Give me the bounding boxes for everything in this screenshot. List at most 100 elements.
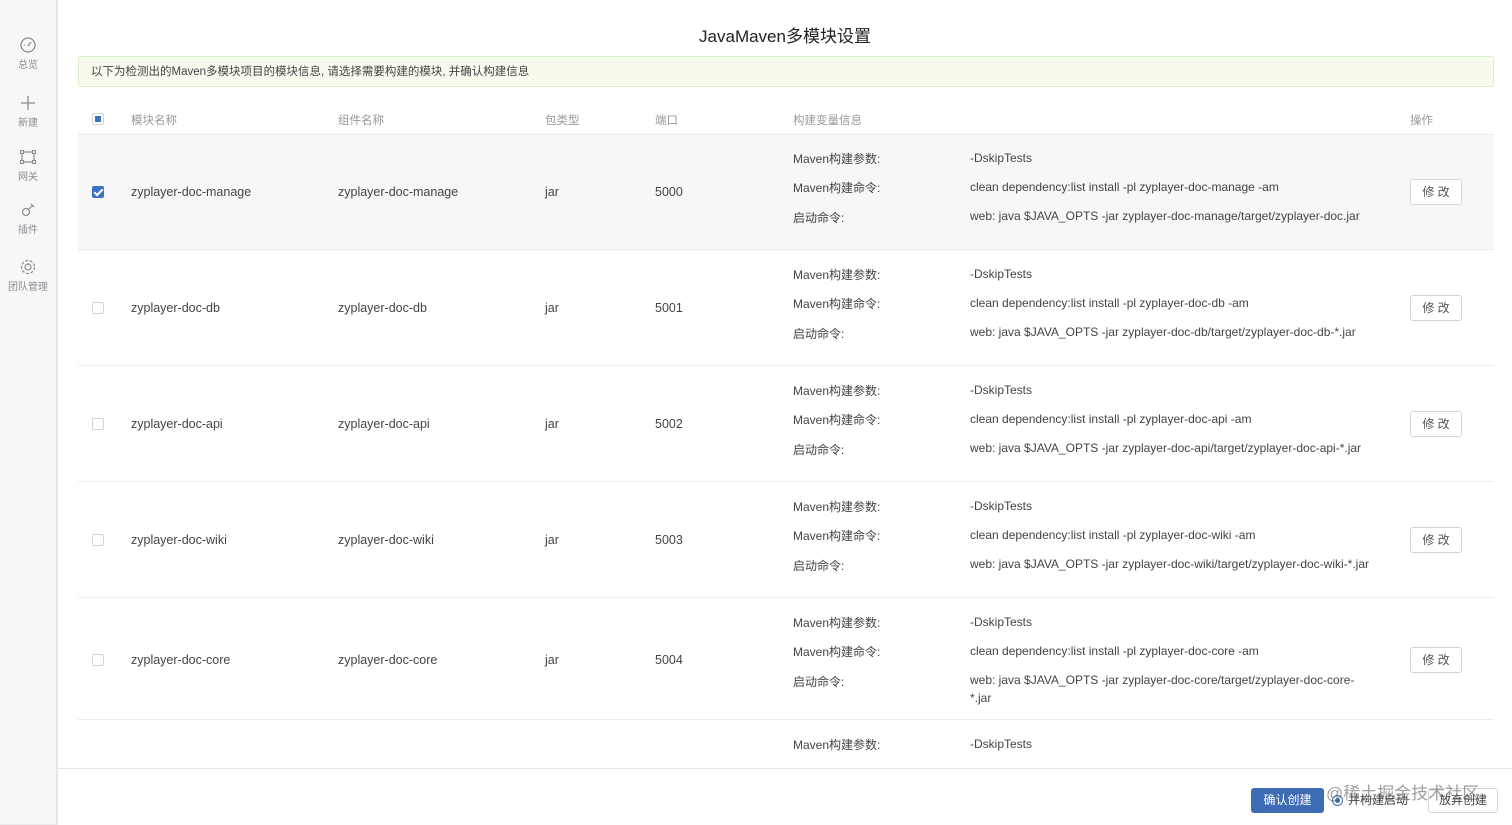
params-label: Maven构建参数: — [793, 384, 881, 398]
plugin-icon — [21, 203, 35, 217]
confirm-create-button[interactable]: 确认创建 — [1251, 788, 1324, 813]
params-label: Maven构建参数: — [793, 268, 881, 282]
params-value: -DskipTests — [970, 737, 1033, 751]
row-checkbox[interactable] — [92, 302, 104, 314]
build-and-start-radio[interactable]: 并构建启动 — [1332, 788, 1408, 813]
sidebar-item-gateway[interactable]: 网关 — [0, 148, 56, 183]
command-label: Maven构建命令: — [793, 297, 881, 311]
sidebar-item-label: 新建 — [18, 118, 38, 129]
edit-button[interactable]: 修 改 — [1410, 527, 1462, 553]
radio-label: 并构建启动 — [1348, 793, 1409, 807]
header-action: 操作 — [1410, 115, 1433, 127]
header-port: 端口 — [655, 115, 678, 127]
sidebar-item-label: 团队管理 — [8, 282, 48, 293]
module-name: zyplayer-doc-db — [131, 301, 220, 315]
component-name: zyplayer-doc-wiki — [338, 533, 434, 547]
component-name: zyplayer-doc-db — [338, 301, 427, 315]
header-build-info: 构建变量信息 — [793, 115, 862, 127]
maven-module-dialog: JavaMaven多模块设置 以下为检测出的Maven多模块项目的模块信息, 请… — [58, 0, 1512, 825]
port: 5004 — [655, 653, 683, 667]
params-value: -DskipTests — [970, 499, 1033, 513]
radio-indicator[interactable] — [1332, 795, 1343, 806]
start-label: 启动命令: — [793, 559, 845, 573]
sidebar-item-label: 总览 — [18, 60, 38, 71]
gateway-icon — [19, 149, 37, 165]
component-name: zyplayer-doc-core — [338, 653, 438, 667]
params-label: Maven构建参数: — [793, 500, 881, 514]
dialog-title: JavaMaven多模块设置 — [699, 27, 871, 46]
select-all-checkbox[interactable] — [92, 113, 104, 125]
command-label: Maven构建命令: — [793, 529, 881, 543]
edit-button[interactable]: 修 改 — [1410, 647, 1462, 673]
dashboard-icon — [20, 37, 36, 53]
start-label: 启动命令: — [793, 327, 845, 341]
table-header: 模块名称 组件名称 包类型 端口 构建变量信息 操作 — [78, 104, 1494, 134]
sidebar: 总览 新建 网关 插件 团队管理 — [0, 0, 57, 824]
port: 5001 — [655, 301, 683, 315]
edit-button[interactable]: 修 改 — [1410, 295, 1462, 321]
package-type: jar — [545, 653, 559, 667]
command-label: Maven构建命令: — [793, 645, 881, 659]
table-row[interactable]: Maven构建参数: -DskipTests — [78, 719, 1494, 769]
module-name: zyplayer-doc-manage — [131, 185, 252, 199]
params-value: -DskipTests — [970, 151, 1033, 165]
header-module: 模块名称 — [131, 115, 177, 127]
info-notice: 以下为检测出的Maven多模块项目的模块信息, 请选择需要构建的模块, 并确认构… — [78, 56, 1494, 87]
start-label: 启动命令: — [793, 675, 845, 689]
sidebar-item-team[interactable]: 团队管理 — [0, 258, 56, 293]
table-row[interactable]: zyplayer-doc-core zyplayer-doc-core jar … — [78, 597, 1494, 720]
module-name: zyplayer-doc-api — [131, 417, 223, 431]
sidebar-item-overview[interactable]: 总览 — [0, 36, 56, 71]
start-label: 启动命令: — [793, 211, 845, 225]
edit-button[interactable]: 修 改 — [1410, 411, 1462, 437]
header-component: 组件名称 — [338, 115, 384, 127]
command-value: clean dependency:list install -pl zyplay… — [970, 296, 1249, 310]
params-value: -DskipTests — [970, 383, 1033, 397]
params-label: Maven构建参数: — [793, 738, 881, 752]
component-name: zyplayer-doc-api — [338, 417, 430, 431]
command-value: clean dependency:list install -pl zyplay… — [970, 644, 1259, 658]
package-type: jar — [545, 301, 559, 315]
gear-icon — [20, 259, 36, 275]
header-package: 包类型 — [545, 115, 580, 127]
sidebar-item-new[interactable]: 新建 — [0, 94, 56, 129]
sidebar-item-label: 网关 — [18, 172, 38, 183]
port: 5002 — [655, 417, 683, 431]
params-value: -DskipTests — [970, 267, 1033, 281]
sidebar-item-plugins[interactable]: 插件 — [0, 201, 56, 236]
package-type: jar — [545, 185, 559, 199]
module-name: zyplayer-doc-core — [131, 653, 231, 667]
table-row[interactable]: zyplayer-doc-api zyplayer-doc-api jar 50… — [78, 365, 1494, 482]
command-label: Maven构建命令: — [793, 413, 881, 427]
start-value: web: java $JAVA_OPTS -jar zyplayer-doc-m… — [970, 209, 1360, 223]
params-label: Maven构建参数: — [793, 152, 881, 166]
port: 5000 — [655, 185, 683, 199]
table-row[interactable]: zyplayer-doc-db zyplayer-doc-db jar 5001… — [78, 249, 1494, 366]
row-checkbox[interactable] — [92, 534, 104, 546]
start-value: web: java $JAVA_OPTS -jar zyplayer-doc-a… — [970, 441, 1362, 455]
sidebar-item-label: 插件 — [18, 225, 38, 236]
cancel-create-button[interactable]: 放弃创建 — [1428, 788, 1498, 813]
row-checkbox[interactable] — [92, 186, 104, 198]
start-value: web: java $JAVA_OPTS -jar zyplayer-doc-w… — [970, 557, 1370, 571]
port: 5003 — [655, 533, 683, 547]
params-label: Maven构建参数: — [793, 616, 881, 630]
table-row[interactable]: zyplayer-doc-wiki zyplayer-doc-wiki jar … — [78, 481, 1494, 598]
command-label: Maven构建命令: — [793, 181, 881, 195]
table-row[interactable]: zyplayer-doc-manage zyplayer-doc-manage … — [78, 134, 1494, 250]
row-checkbox[interactable] — [92, 654, 104, 666]
package-type: jar — [545, 417, 559, 431]
module-name: zyplayer-doc-wiki — [131, 533, 227, 547]
start-label: 启动命令: — [793, 443, 845, 457]
command-value: clean dependency:list install -pl zyplay… — [970, 528, 1256, 542]
edit-button[interactable]: 修 改 — [1410, 179, 1462, 205]
package-type: jar — [545, 533, 559, 547]
component-name: zyplayer-doc-manage — [338, 185, 459, 199]
start-value: web: java $JAVA_OPTS -jar zyplayer-doc-c… — [970, 673, 1355, 705]
command-value: clean dependency:list install -pl zyplay… — [970, 412, 1252, 426]
dialog-footer: 确认创建 并构建启动 放弃创建 @稀土掘金技术社区 — [58, 768, 1512, 825]
start-value: web: java $JAVA_OPTS -jar zyplayer-doc-d… — [970, 325, 1356, 339]
plus-icon — [21, 96, 35, 110]
row-checkbox[interactable] — [92, 418, 104, 430]
command-value: clean dependency:list install -pl zyplay… — [970, 180, 1279, 194]
